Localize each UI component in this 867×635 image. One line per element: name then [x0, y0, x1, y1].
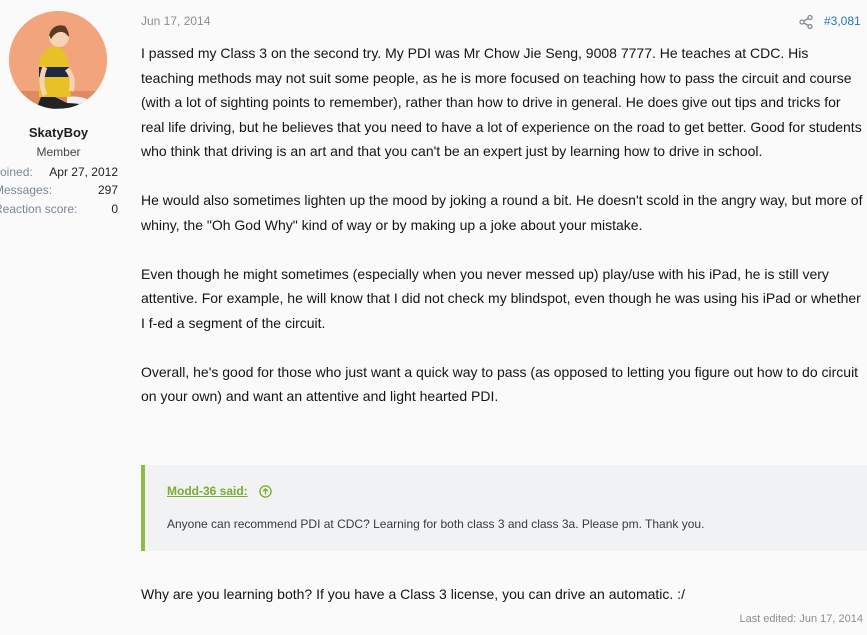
quote-text: Anyone can recommend PDI at CDC? Learnin…: [167, 517, 705, 531]
user-title: Member: [36, 145, 81, 159]
stat-value: 0: [111, 202, 118, 216]
arrow-up-circle-icon[interactable]: [259, 485, 272, 498]
last-edited: Last edited: Jun 17, 2014: [739, 613, 863, 625]
quote-block: Modd-36 said: Anyone can recommend PDI a…: [141, 465, 867, 551]
share-icon[interactable]: [798, 14, 814, 30]
post-paragraph: Overall, he's good for those who just wa…: [141, 363, 859, 405]
quote-author-link[interactable]: Modd-36 said:: [167, 484, 248, 498]
stat-value: 297: [97, 183, 118, 197]
stat-joined: Joined: Apr 27, 2012: [0, 165, 118, 183]
stat-label: Reaction score:: [0, 202, 78, 216]
post-date[interactable]: Jun 17, 2014: [141, 14, 210, 28]
author-sidebar: SkatyBoy Member Joined: Apr 27, 2012 Mes…: [0, 0, 125, 635]
avatar-image: [9, 11, 107, 109]
post-number-link[interactable]: #3,081: [824, 14, 861, 28]
username[interactable]: SkatyBoy: [0, 125, 117, 140]
post-paragraph: I passed my Class 3 on the second try. M…: [141, 45, 862, 159]
stat-messages: Messages: 297: [0, 183, 118, 201]
stat-label: Messages:: [0, 183, 53, 197]
post-body: I passed my Class 3 on the second try. M…: [141, 41, 863, 433]
reply-text: Why are you learning both? If you have a…: [141, 586, 685, 602]
stat-reaction-score: Reaction score: 0: [0, 202, 118, 220]
post-paragraph: He would also sometimes lighten up the m…: [141, 192, 863, 233]
stat-value: Apr 27, 2012: [49, 165, 118, 179]
avatar[interactable]: [9, 11, 107, 109]
stat-label: Joined:: [0, 165, 33, 179]
post-paragraph: Even though he might sometimes (especial…: [141, 265, 861, 331]
